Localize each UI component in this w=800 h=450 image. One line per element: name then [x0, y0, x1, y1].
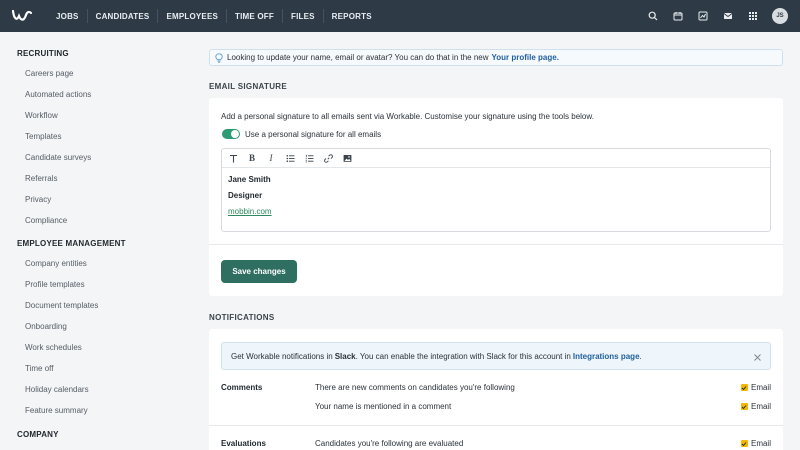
- notification-row: Comments There are new comments on candi…: [209, 383, 783, 397]
- notification-description: Your name is mentioned in a comment: [315, 402, 452, 411]
- signature-toggle-label: Use a personal signature for all emails: [245, 130, 382, 139]
- notifications-card: Get Workable notifications in Slack . Yo…: [209, 329, 783, 450]
- calendar-icon[interactable]: [670, 8, 686, 24]
- email-checkbox[interactable]: Email: [740, 402, 771, 411]
- notification-divider: [209, 425, 783, 426]
- nav-candidates[interactable]: CANDIDATES: [86, 9, 158, 23]
- slack-text-suffix: .: [639, 351, 642, 361]
- signature-name: Jane Smith: [228, 175, 271, 184]
- signature-title: Designer: [228, 191, 263, 200]
- profile-info-banner: Looking to update your name, email or av…: [209, 49, 783, 66]
- link-icon[interactable]: [321, 151, 335, 165]
- integrations-page-link[interactable]: Integrations page: [573, 352, 640, 361]
- sidebar-item-document-templates[interactable]: Document templates: [25, 301, 98, 310]
- sidebar-item-candidate-surveys[interactable]: Candidate surveys: [25, 153, 91, 162]
- notification-row: Your name is mentioned in a comment Emai…: [209, 402, 783, 416]
- sidebar-heading-recruiting: RECRUITING: [17, 49, 69, 58]
- notifications-heading: NOTIFICATIONS: [209, 313, 275, 322]
- email-checkbox-label: Email: [750, 383, 771, 392]
- sidebar-item-referrals[interactable]: Referrals: [25, 174, 57, 183]
- sidebar-item-automated-actions[interactable]: Automated actions: [25, 90, 91, 99]
- email-checkbox[interactable]: Email: [740, 383, 771, 392]
- user-avatar[interactable]: JS: [772, 8, 788, 24]
- top-icons: JS: [645, 0, 788, 32]
- lightbulb-icon: [215, 52, 224, 63]
- text-style-icon[interactable]: [226, 151, 240, 165]
- card-divider: [209, 244, 783, 245]
- settings-main: Looking to update your name, email or av…: [192, 32, 800, 450]
- notification-category-label: Evaluations: [221, 439, 266, 448]
- sidebar-item-work-schedules[interactable]: Work schedules: [25, 343, 82, 352]
- checkmark-icon: [740, 403, 748, 410]
- sidebar-item-compliance[interactable]: Compliance: [25, 216, 67, 225]
- notification-row: Evaluations Candidates you're following …: [209, 439, 783, 450]
- bold-icon[interactable]: B: [245, 151, 259, 165]
- sidebar-item-onboarding[interactable]: Onboarding: [25, 322, 67, 331]
- notification-description: There are new comments on candidates you…: [315, 383, 515, 392]
- slack-info-banner: Get Workable notifications in Slack . Yo…: [221, 342, 771, 370]
- main-nav: JOBS CANDIDATES EMPLOYEES TIME OFF FILES…: [44, 0, 380, 32]
- sidebar-item-careers-page[interactable]: Careers page: [25, 69, 73, 78]
- signature-toggle[interactable]: [222, 129, 240, 139]
- editor-content[interactable]: Jane Smith Designer mobbin.com: [222, 168, 770, 223]
- apps-grid-icon[interactable]: [745, 8, 761, 24]
- checkmark-icon: [740, 440, 748, 447]
- signature-editor: B I Jane Smith Designer mobbin.com: [221, 148, 771, 232]
- nav-jobs[interactable]: JOBS: [44, 9, 87, 23]
- close-icon[interactable]: [752, 352, 762, 362]
- sidebar-item-feature-summary[interactable]: Feature summary: [25, 406, 88, 415]
- sidebar-item-privacy[interactable]: Privacy: [25, 195, 51, 204]
- sidebar-item-profile-templates[interactable]: Profile templates: [25, 280, 85, 289]
- nav-reports[interactable]: REPORTS: [322, 9, 380, 23]
- workable-logo[interactable]: [0, 0, 44, 32]
- sidebar-item-holiday-calendars[interactable]: Holiday calendars: [25, 385, 89, 394]
- slack-text-prefix: Get Workable notifications in: [231, 351, 333, 361]
- notification-category-label: Comments: [221, 383, 263, 392]
- bullet-list-icon[interactable]: [283, 151, 297, 165]
- nav-employees[interactable]: EMPLOYEES: [157, 9, 226, 23]
- email-checkbox[interactable]: Email: [740, 439, 771, 448]
- save-changes-button[interactable]: Save changes: [221, 260, 297, 283]
- sidebar-item-workflow[interactable]: Workflow: [25, 111, 58, 120]
- nav-time-off[interactable]: TIME OFF: [226, 9, 282, 23]
- checkmark-icon: [740, 384, 748, 391]
- slack-text-bold: Slack: [334, 351, 356, 361]
- top-nav-bar: JOBS CANDIDATES EMPLOYEES TIME OFF FILES…: [0, 0, 800, 32]
- editor-toolbar: B I: [222, 149, 770, 168]
- search-icon[interactable]: [645, 8, 661, 24]
- analytics-icon[interactable]: [695, 8, 711, 24]
- image-icon[interactable]: [340, 151, 354, 165]
- settings-sidebar: RECRUITING Careers page Automated action…: [0, 32, 192, 450]
- signature-website-link[interactable]: mobbin.com: [228, 207, 764, 216]
- notification-description: Candidates you're following are evaluate…: [315, 439, 464, 448]
- sidebar-heading-company: COMPANY: [17, 430, 59, 439]
- italic-icon[interactable]: I: [264, 151, 278, 165]
- profile-page-link[interactable]: Your profile page.: [492, 53, 559, 62]
- sidebar-heading-employee-management: EMPLOYEE MANAGEMENT: [17, 239, 126, 248]
- sidebar-item-time-off[interactable]: Time off: [25, 364, 53, 373]
- email-signature-card: Add a personal signature to all emails s…: [209, 98, 783, 296]
- numbered-list-icon[interactable]: [302, 151, 316, 165]
- signature-description: Add a personal signature to all emails s…: [221, 112, 594, 121]
- mail-icon[interactable]: [720, 8, 736, 24]
- sidebar-item-templates[interactable]: Templates: [25, 132, 61, 141]
- email-checkbox-label: Email: [750, 439, 771, 448]
- email-signature-heading: EMAIL SIGNATURE: [209, 82, 287, 91]
- nav-files[interactable]: FILES: [281, 9, 323, 23]
- profile-info-text: Looking to update your name, email or av…: [227, 53, 489, 62]
- email-checkbox-label: Email: [750, 402, 771, 411]
- slack-text-middle: . You can enable the integration with Sl…: [355, 351, 571, 361]
- sidebar-item-company-entities[interactable]: Company entities: [25, 259, 87, 268]
